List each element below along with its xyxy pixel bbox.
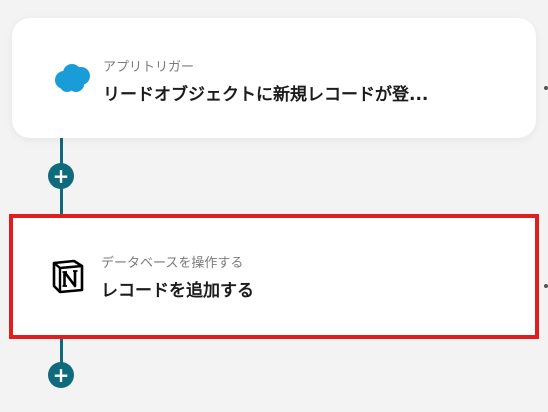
step-label: アプリトリガー	[103, 60, 195, 75]
action-step-card[interactable]: データベースを操作する レコードを追加する	[10, 216, 537, 336]
notion-icon	[48, 256, 92, 300]
step-title: リードオブジェクトに新規レコードが登...	[103, 85, 429, 105]
trigger-step-card[interactable]: アプリトリガー リードオブジェクトに新規レコードが登...	[12, 18, 536, 138]
step-label: データベースを操作する	[101, 256, 244, 271]
add-step-button[interactable]: +	[48, 163, 74, 189]
edge-handle-dot	[544, 86, 548, 90]
salesforce-cloud-icon	[50, 56, 94, 100]
edge-handle-dot	[544, 284, 548, 288]
add-step-button[interactable]: +	[48, 362, 74, 388]
step-title: レコードを追加する	[101, 281, 254, 301]
